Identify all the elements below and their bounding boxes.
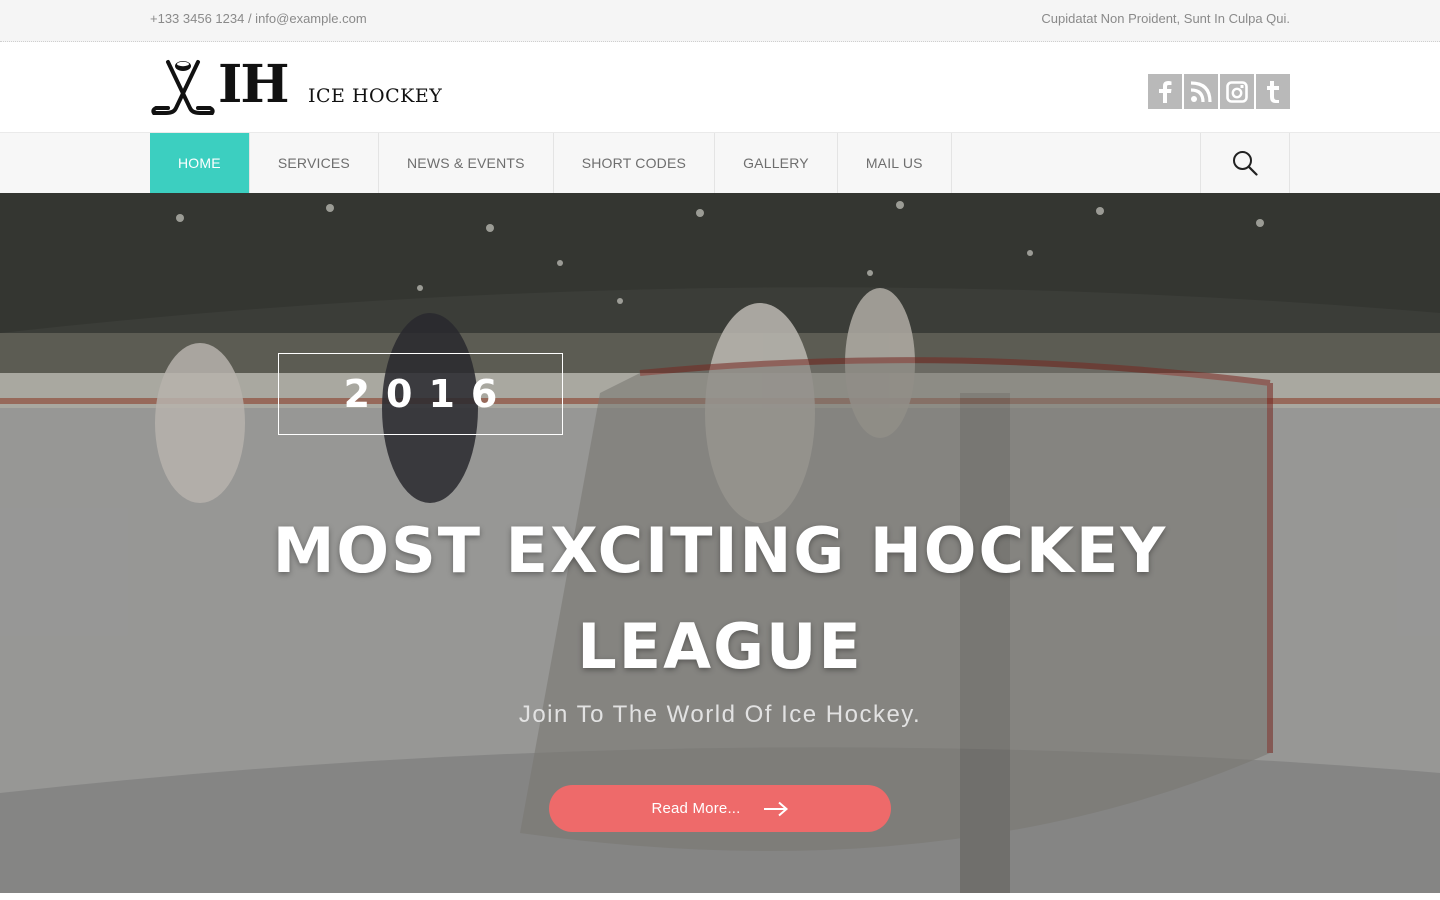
tagline: Cupidatat Non Proident, Sunt In Culpa Qu… [1041, 11, 1290, 26]
nav-item-mail-us[interactable]: MAIL US [838, 133, 952, 193]
year-badge: 2016 [278, 353, 563, 435]
rss-button[interactable] [1184, 74, 1218, 109]
tumblr-icon [1267, 80, 1279, 103]
arrow-right-icon [763, 801, 788, 816]
contact-info: +133 3456 1234 / info@example.com [150, 11, 367, 26]
read-more-button[interactable]: Read More... [549, 785, 891, 832]
read-more-label: Read More... [651, 800, 741, 817]
hero-title: MOST EXCITING HOCKEY LEAGUE [272, 514, 1168, 683]
instagram-button[interactable] [1220, 74, 1254, 109]
facebook-button[interactable] [1148, 74, 1182, 109]
rss-icon [1190, 80, 1212, 102]
logo-text: ICE HOCKEY [308, 85, 443, 107]
hero-banner: 2016 MOST EXCITING HOCKEY LEAGUE Join To… [0, 193, 1440, 893]
instagram-icon [1226, 80, 1248, 103]
tumblr-button[interactable] [1256, 74, 1290, 109]
top-bar: +133 3456 1234 / info@example.com Cupida… [0, 0, 1440, 42]
hero-subtitle: Join To The World Of Ice Hockey. [518, 701, 922, 728]
main-nav: HOME SERVICES NEWS & EVENTS SHORT CODES … [0, 132, 1440, 193]
year-text: 2016 [343, 372, 514, 416]
nav-item-home[interactable]: HOME [150, 133, 250, 193]
nav-item-short-codes[interactable]: SHORT CODES [554, 133, 716, 193]
hockey-sticks-icon [151, 60, 215, 115]
page-bottom-strip [0, 893, 1440, 900]
social-links [1148, 74, 1290, 109]
search-icon [1233, 151, 1258, 176]
nav-menu: HOME SERVICES NEWS & EVENTS SHORT CODES … [150, 133, 952, 193]
nav-item-news-events[interactable]: NEWS & EVENTS [379, 133, 554, 193]
site-logo[interactable]: IH ICE HOCKEY [150, 54, 450, 118]
site-header: IH ICE HOCKEY [0, 42, 1440, 132]
logo-mark: IH [218, 54, 289, 115]
nav-item-services[interactable]: SERVICES [250, 133, 379, 193]
facebook-icon [1159, 80, 1172, 103]
nav-item-gallery[interactable]: GALLERY [715, 133, 838, 193]
search-button[interactable] [1200, 133, 1290, 193]
